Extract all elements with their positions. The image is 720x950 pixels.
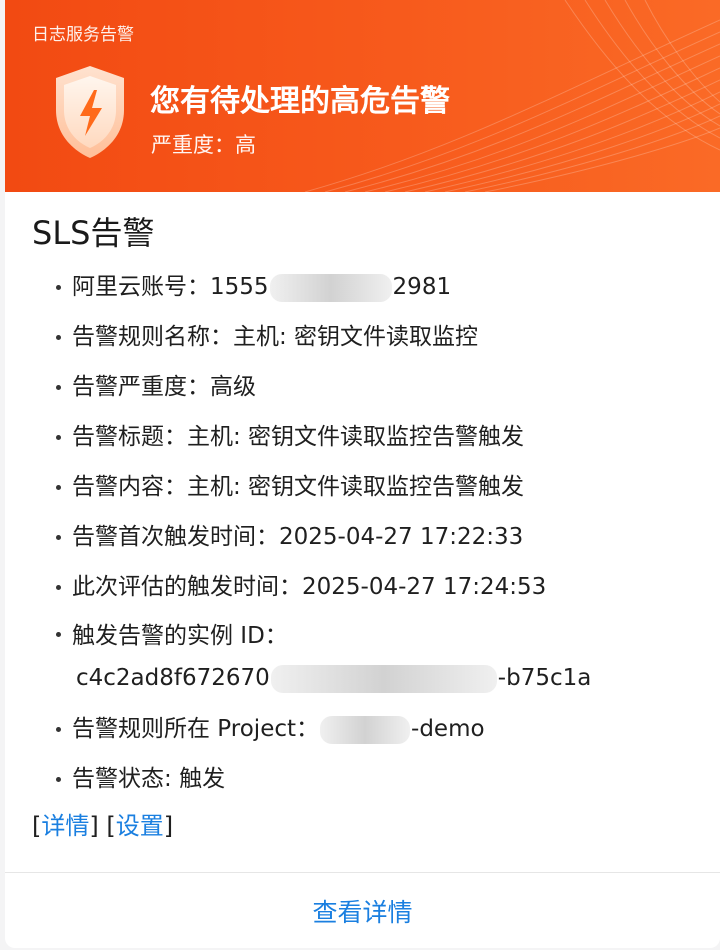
app-name: 日志服务告警 xyxy=(32,25,134,45)
bracket: ] xyxy=(163,812,174,840)
field-severity: 告警严重度：高级 xyxy=(5,362,720,412)
field-title: 告警标题：主机: 密钥文件读取监控告警触发 xyxy=(5,412,720,462)
field-value: 2025-04-27 17:22:33 xyxy=(279,524,524,550)
field-label: 告警标题： xyxy=(72,424,187,450)
field-value: 主机: 密钥文件读取监控告警触发 xyxy=(187,474,525,500)
shield-lightning-icon xyxy=(50,62,130,166)
action-links: [详情] [设置] xyxy=(32,806,173,841)
alert-severity: 严重度：高 xyxy=(151,133,256,157)
field-label: 告警严重度： xyxy=(72,374,210,400)
field-label: 阿里云账号： xyxy=(72,274,210,300)
field-value: 高级 xyxy=(210,374,256,400)
field-account: 阿里云账号：1555 2981 xyxy=(5,262,720,312)
field-status: 告警状态: 触发 xyxy=(5,754,720,804)
alert-heading: SLS告警 xyxy=(32,214,155,252)
field-project: 告警规则所在 Project： -demo xyxy=(5,704,720,754)
field-value-suffix: -demo xyxy=(411,716,485,742)
field-label: 触发告警的实例 ID： xyxy=(72,623,288,649)
field-value: 2025-04-27 17:24:53 xyxy=(302,574,547,600)
field-eval-trigger-time: 此次评估的触发时间：2025-04-27 17:24:53 xyxy=(5,562,720,612)
field-rule-name: 告警规则名称：主机: 密钥文件读取监控 xyxy=(5,312,720,362)
field-label: 此次评估的触发时间： xyxy=(72,574,302,600)
field-value-suffix: 2981 xyxy=(392,274,452,300)
field-value: 主机: 密钥文件读取监控告警触发 xyxy=(187,424,525,450)
bracket: [ xyxy=(106,812,116,840)
field-label: 告警首次触发时间： xyxy=(72,524,279,550)
field-value-suffix: -b75c1a xyxy=(497,665,592,691)
details-link[interactable]: 详情 xyxy=(41,812,89,840)
redaction-mask xyxy=(320,715,411,744)
settings-link[interactable]: 设置 xyxy=(116,812,164,840)
field-value-prefix: 1555 xyxy=(210,274,269,300)
field-label: 告警内容： xyxy=(72,474,187,500)
alert-field-list: 阿里云账号：1555 2981 告警规则名称：主机: 密钥文件读取监控 告警严重度… xyxy=(5,262,720,804)
field-value-prefix: c4c2ad8f672670 xyxy=(76,665,270,691)
field-content: 告警内容：主机: 密钥文件读取监控告警触发 xyxy=(5,462,720,512)
field-label: 告警规则名称： xyxy=(72,324,233,350)
redaction-mask xyxy=(269,273,392,302)
alert-banner: 日志服务告警 您有待处理的高危告警 严重度：高 xyxy=(5,0,720,192)
field-first-trigger-time: 告警首次触发时间：2025-04-27 17:22:33 xyxy=(5,512,720,562)
field-label: 告警状态: xyxy=(72,766,180,792)
field-value: 触发 xyxy=(179,766,226,792)
field-instance-id: 触发告警的实例 ID： c4c2ad8f672670 -b75c1a xyxy=(5,612,720,704)
bracket: ] xyxy=(89,812,99,840)
view-details-button[interactable]: 查看详情 xyxy=(5,873,720,948)
alert-title: 您有待处理的高危告警 xyxy=(150,84,450,119)
alert-card: 日志服务告警 您有待处理的高危告警 严重度：高 SLS告警 阿里云账号：1555… xyxy=(5,0,720,948)
field-label: 告警规则所在 Project： xyxy=(72,716,320,742)
bracket: [ xyxy=(32,812,42,840)
redaction-mask xyxy=(270,664,497,693)
field-value: 主机: 密钥文件读取监控 xyxy=(233,324,479,350)
